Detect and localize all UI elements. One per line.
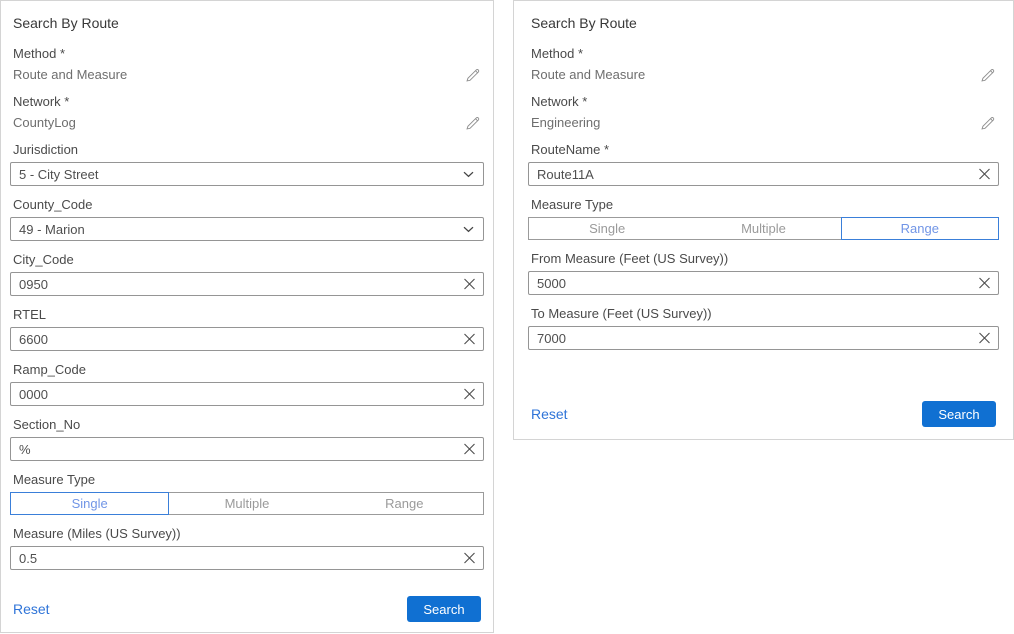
network-edit-button[interactable] (979, 116, 996, 131)
jurisdiction-label: Jurisdiction (13, 142, 484, 158)
rtel-input[interactable] (10, 327, 484, 351)
clear-button[interactable] (463, 278, 476, 291)
from-measure-label: From Measure (Feet (US Survey)) (531, 251, 999, 267)
x-icon (463, 388, 476, 401)
jurisdiction-select[interactable]: 5 - City Street (10, 162, 484, 186)
panel-title: Search By Route (531, 15, 996, 31)
city-code-label: City_Code (13, 252, 484, 268)
clear-button[interactable] (463, 443, 476, 456)
measure-input[interactable] (10, 546, 484, 570)
x-icon (463, 333, 476, 346)
pencil-icon (465, 116, 480, 131)
from-measure-input[interactable] (528, 271, 999, 295)
jurisdiction-field: Jurisdiction 5 - City Street (10, 142, 484, 186)
search-by-route-panel-right: Search By Route Method * Route and Measu… (513, 0, 1014, 440)
from-measure-field: From Measure (Feet (US Survey)) (528, 251, 999, 295)
x-icon (463, 552, 476, 565)
chevron-down-icon (463, 226, 474, 233)
search-button[interactable]: Search (407, 596, 481, 622)
route-name-label: RouteName * (531, 142, 999, 158)
clear-button[interactable] (463, 388, 476, 401)
method-value: Route and Measure (13, 67, 127, 83)
search-by-route-panel-left: Search By Route Method * Route and Measu… (0, 0, 494, 633)
x-icon (463, 443, 476, 456)
jurisdiction-selected-value: 5 - City Street (19, 167, 98, 182)
ramp-code-field: Ramp_Code (10, 362, 484, 406)
method-field: Method * Route and Measure (528, 46, 999, 83)
network-edit-button[interactable] (464, 116, 481, 131)
ramp-code-label: Ramp_Code (13, 362, 484, 378)
network-value: Engineering (531, 115, 600, 131)
measure-type-field: Measure Type Single Multiple Range (528, 197, 999, 240)
measure-type-range-tab[interactable]: Range (326, 493, 483, 514)
to-measure-label: To Measure (Feet (US Survey)) (531, 306, 999, 322)
network-field: Network * CountyLog (10, 94, 484, 131)
reset-link[interactable]: Reset (13, 601, 50, 617)
method-label: Method * (13, 46, 484, 62)
pencil-icon (980, 116, 995, 131)
city-code-input[interactable] (10, 272, 484, 296)
ramp-code-input[interactable] (10, 382, 484, 406)
method-label: Method * (531, 46, 999, 62)
county-code-selected-value: 49 - Marion (19, 222, 85, 237)
section-no-label: Section_No (13, 417, 484, 433)
method-edit-button[interactable] (464, 68, 481, 83)
rtel-field: RTEL (10, 307, 484, 351)
network-label: Network * (531, 94, 999, 110)
network-field: Network * Engineering (528, 94, 999, 131)
route-name-input[interactable] (528, 162, 999, 186)
measure-type-single-tab[interactable]: Single (529, 218, 685, 239)
county-code-select[interactable]: 49 - Marion (10, 217, 484, 241)
method-edit-button[interactable] (979, 68, 996, 83)
network-value: CountyLog (13, 115, 76, 131)
county-code-field: County_Code 49 - Marion (10, 197, 484, 241)
pencil-icon (980, 68, 995, 83)
rtel-label: RTEL (13, 307, 484, 323)
method-field: Method * Route and Measure (10, 46, 484, 83)
measure-type-multiple-tab[interactable]: Multiple (168, 493, 325, 514)
measure-type-single-tab[interactable]: Single (11, 493, 168, 514)
measure-type-range-tab[interactable]: Range (842, 218, 998, 239)
measure-type-label: Measure Type (531, 197, 999, 213)
clear-button[interactable] (978, 168, 991, 181)
measure-label: Measure (Miles (US Survey)) (13, 526, 484, 542)
city-code-field: City_Code (10, 252, 484, 296)
section-no-field: Section_No (10, 417, 484, 461)
network-label: Network * (13, 94, 484, 110)
route-name-field: RouteName * (528, 142, 999, 186)
pencil-icon (465, 68, 480, 83)
clear-button[interactable] (978, 277, 991, 290)
x-icon (978, 277, 991, 290)
x-icon (978, 168, 991, 181)
measure-type-segmented-control: Single Multiple Range (528, 217, 999, 240)
measure-type-segmented-control: Single Multiple Range (10, 492, 484, 515)
to-measure-input[interactable] (528, 326, 999, 350)
clear-button[interactable] (463, 333, 476, 346)
section-no-input[interactable] (10, 437, 484, 461)
to-measure-field: To Measure (Feet (US Survey)) (528, 306, 999, 350)
panel-footer: Reset Search (10, 596, 484, 622)
panel-title: Search By Route (13, 15, 481, 31)
measure-field: Measure (Miles (US Survey)) (10, 526, 484, 570)
clear-button[interactable] (463, 552, 476, 565)
reset-link[interactable]: Reset (531, 406, 568, 422)
method-value: Route and Measure (531, 67, 645, 83)
county-code-label: County_Code (13, 197, 484, 213)
chevron-down-icon (463, 171, 474, 178)
x-icon (978, 332, 991, 345)
panel-footer: Reset Search (528, 401, 999, 427)
clear-button[interactable] (978, 332, 991, 345)
measure-type-field: Measure Type Single Multiple Range (10, 472, 484, 515)
x-icon (463, 278, 476, 291)
search-button[interactable]: Search (922, 401, 996, 427)
measure-type-multiple-tab[interactable]: Multiple (685, 218, 841, 239)
measure-type-label: Measure Type (13, 472, 484, 488)
